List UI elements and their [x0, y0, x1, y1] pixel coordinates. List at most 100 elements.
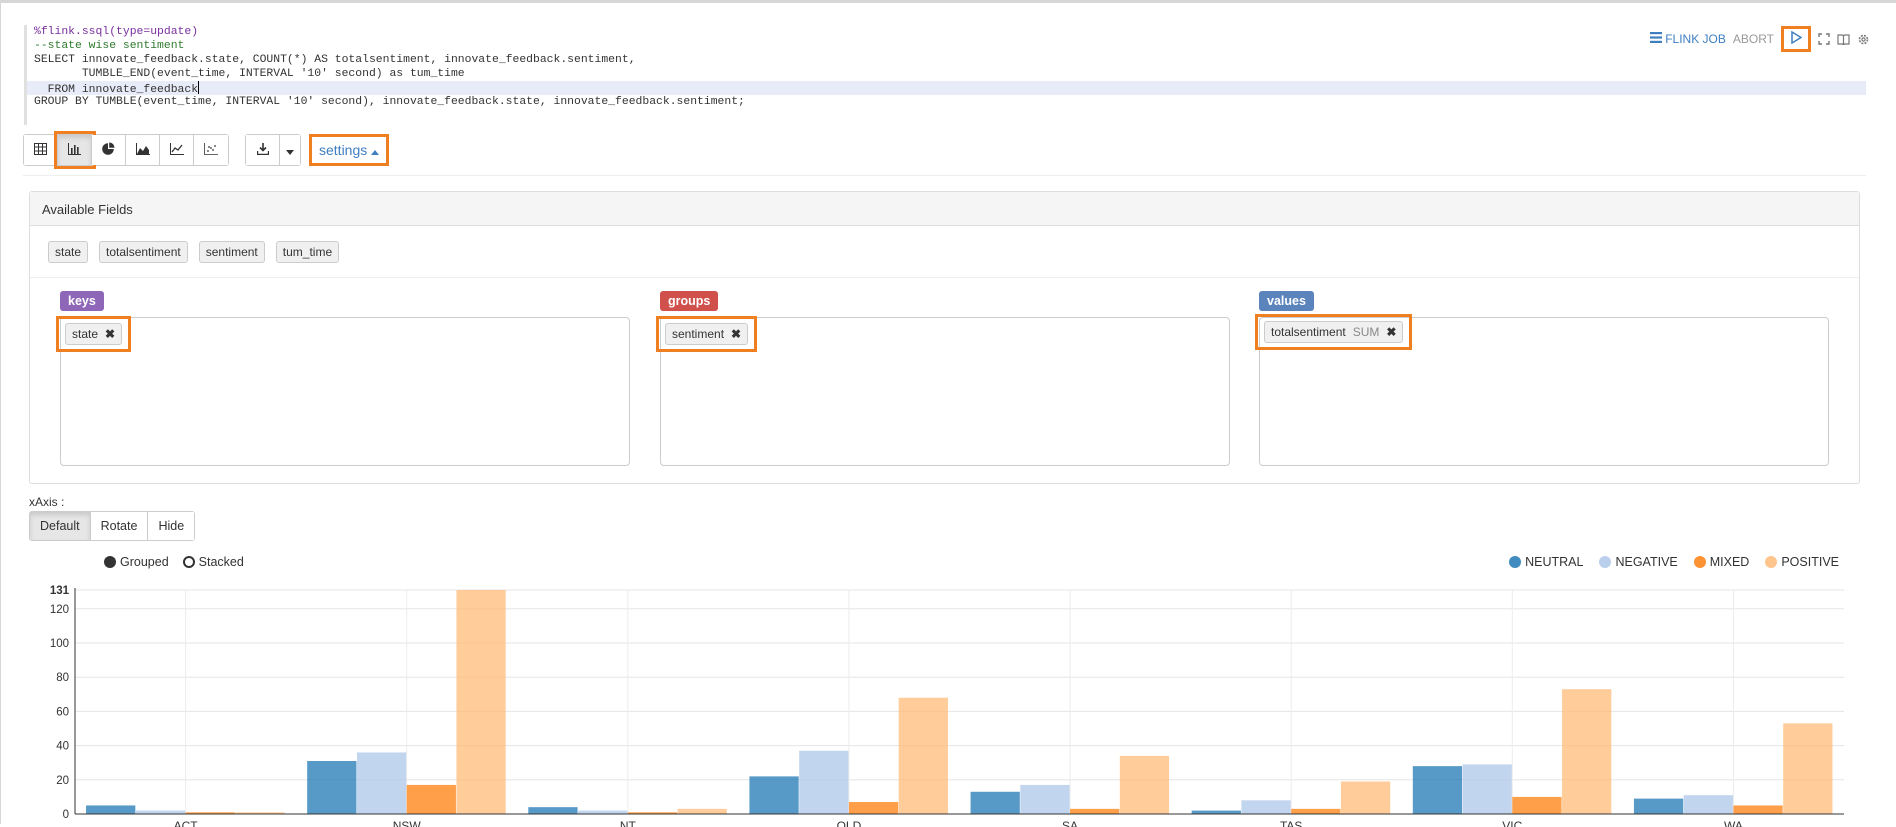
expand-icon[interactable] [1818, 33, 1830, 45]
scatter-chart-button[interactable] [194, 135, 228, 165]
bar-neutral-vic [1412, 766, 1463, 814]
x-tick-label: VIC [1502, 819, 1522, 827]
x-tick-label: SA [1062, 819, 1078, 827]
groups-label: groups [660, 291, 719, 311]
settings-toggle[interactable]: settings [309, 134, 390, 166]
bar-chart-button[interactable] [54, 131, 96, 169]
value-chip[interactable]: totalsentiment SUM ✖ [1264, 321, 1404, 343]
y-tick-label: 100 [50, 638, 69, 650]
xaxis-label: xAxis : [29, 495, 65, 509]
value-chip-label: totalsentiment [1271, 325, 1346, 339]
code-line: --state wise sentiment [34, 40, 185, 52]
settings-panel: Available Fields state totalsentiment se… [29, 191, 1860, 484]
bar-positive-nsw [456, 590, 506, 814]
chart-canvas: 0 20 40 60 80 100 120 131 ACT NSW NT QLD SA TAS VIC WA [50, 585, 1844, 827]
field-chip[interactable]: state [48, 240, 89, 263]
field-chip[interactable]: sentiment [198, 240, 265, 263]
bar-neutral-act [86, 805, 136, 814]
xaxis-rotate-button[interactable]: Rotate [90, 512, 149, 540]
area-chart-button[interactable] [126, 135, 160, 165]
notebook-paragraph: %flink.ssql(type=update) --state wise se… [0, 0, 1896, 827]
bar-negative-sa [1020, 784, 1070, 814]
key-chip[interactable]: state ✖ [65, 323, 123, 345]
x-tick-label: NSW [393, 819, 422, 827]
aggregation-label[interactable]: SUM [1353, 325, 1380, 339]
group-chip[interactable]: sentiment ✖ [665, 323, 749, 345]
values-label: values [1259, 291, 1314, 311]
pie-chart-button[interactable] [92, 135, 126, 165]
bar-positive-tas [1340, 781, 1391, 814]
line-chart-icon [169, 142, 184, 158]
line-chart-button[interactable] [160, 135, 194, 165]
download-button[interactable] [246, 135, 280, 165]
x-tick-label: QLD [837, 819, 862, 827]
xaxis-default-button[interactable]: Default [30, 512, 91, 540]
xaxis-hide-button[interactable]: Hide [148, 512, 195, 540]
x-tick-label: WA [1724, 819, 1743, 827]
groups-dropzone[interactable]: sentiment ✖ [656, 316, 1230, 466]
y-tick-label: 20 [56, 775, 69, 787]
bar-negative-tas [1241, 800, 1291, 814]
bar-neutral-wa [1633, 798, 1684, 814]
key-chip-label: state [72, 327, 99, 341]
y-tick-label: 131 [50, 585, 70, 597]
y-tick-label: 120 [50, 604, 69, 616]
x-tick-label: ACT [174, 819, 199, 827]
remove-icon[interactable]: ✖ [105, 327, 115, 341]
visualization-toolbar: settings [23, 131, 390, 169]
bar-negative-act [135, 810, 186, 814]
field-chip[interactable]: tum_time [275, 240, 340, 263]
remove-icon[interactable]: ✖ [731, 327, 741, 341]
bar-mixed-wa [1733, 805, 1783, 814]
bar-mixed-sa [1070, 808, 1120, 814]
run-button[interactable] [1781, 26, 1811, 52]
bar-negative-nt [578, 810, 628, 814]
bar-mixed-vic [1512, 796, 1562, 814]
play-icon [1790, 30, 1802, 48]
code-line: TUMBLE_END(event_time, INTERVAL '10' sec… [34, 68, 465, 80]
keys-label: keys [60, 291, 104, 311]
x-tick-label: NT [620, 819, 637, 827]
bar-neutral-sa [970, 791, 1020, 814]
bar-negative-wa [1683, 795, 1733, 814]
bar-mixed-tas [1291, 808, 1341, 814]
y-tick-label: 60 [56, 706, 69, 718]
gear-icon[interactable] [1857, 33, 1870, 46]
highlight-box: state ✖ [56, 316, 132, 352]
y-tick-label: 40 [56, 741, 69, 753]
area-chart-icon [135, 142, 150, 158]
y-tick-label: 80 [56, 672, 69, 684]
download-icon [256, 142, 269, 158]
bar-neutral-qld [749, 776, 799, 814]
flink-job-link[interactable]: FLINK JOB [1650, 32, 1726, 46]
bar-neutral-nsw [307, 760, 357, 814]
available-fields-list: state totalsentiment sentiment tum_time [30, 226, 1859, 278]
remove-icon[interactable]: ✖ [1386, 325, 1396, 339]
bar-neutral-tas [1191, 810, 1241, 814]
bar-chart-icon [68, 142, 81, 158]
table-icon [34, 142, 47, 158]
x-tick-label: TAS [1280, 819, 1302, 827]
group-chip-label: sentiment [672, 327, 725, 341]
download-dropdown-button[interactable] [280, 135, 300, 165]
bar-mixed-nsw [406, 784, 456, 814]
scatter-chart-icon [204, 142, 218, 158]
values-dropzone[interactable]: totalsentiment SUM ✖ [1255, 314, 1829, 466]
keys-dropzone[interactable]: state ✖ [56, 316, 630, 466]
code-editor[interactable]: %flink.ssql(type=update) --state wise se… [24, 25, 1866, 125]
bar-chart: Grouped Stacked NEUTRAL NEGATIVE MIXED POSI… [29, 548, 1859, 827]
table-view-button[interactable] [24, 135, 58, 165]
field-chip[interactable]: totalsentiment [99, 240, 188, 263]
code-line: GROUP BY TUMBLE(event_time, INTERVAL '10… [34, 96, 745, 108]
groups-slot: groups sentiment ✖ [656, 291, 1230, 466]
bar-negative-nsw [356, 752, 407, 814]
bar-positive-sa [1119, 755, 1170, 814]
code-line: SELECT innovate_feedback.state, COUNT(*)… [34, 54, 636, 66]
chart-type-group [23, 131, 229, 169]
code-line-active: FROM innovate_feedback [27, 81, 1866, 96]
available-fields-heading: Available Fields [30, 192, 1859, 226]
bar-neutral-nt [528, 807, 578, 814]
abort-button[interactable]: ABORT [1733, 32, 1774, 46]
book-icon[interactable] [1837, 33, 1850, 45]
paragraph-controls: FLINK JOB ABORT [1650, 26, 1870, 52]
